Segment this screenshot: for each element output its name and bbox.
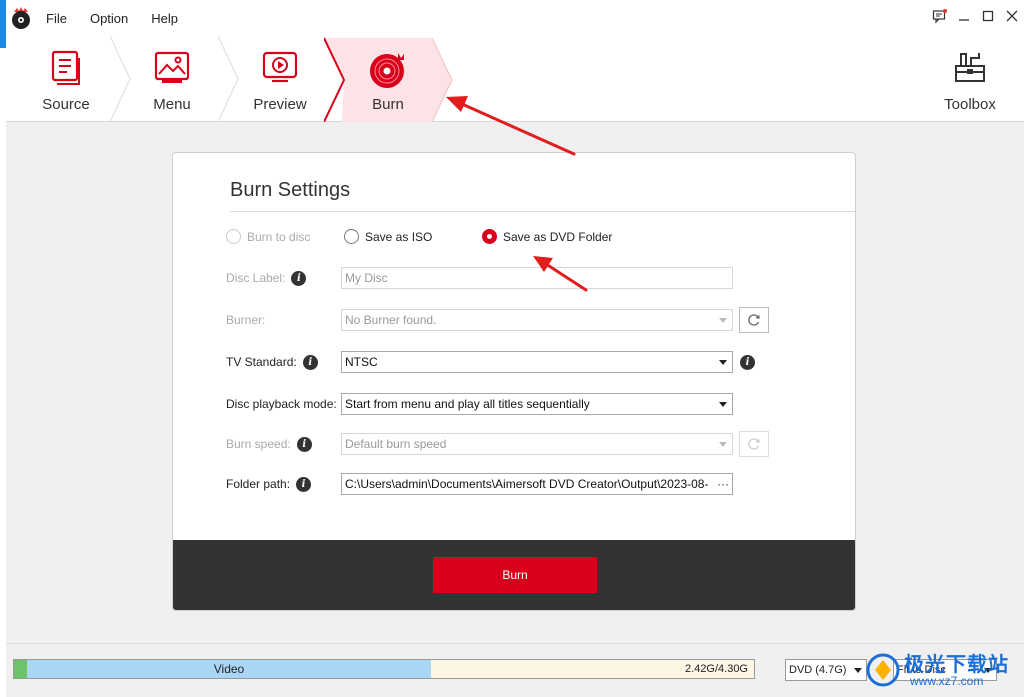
radio-button[interactable] <box>482 229 497 244</box>
radio-burn-to-disc[interactable]: Burn to disc <box>226 229 310 244</box>
tab-source-label: Source <box>42 96 90 113</box>
toolbox-button[interactable]: Toolbox <box>930 36 1010 122</box>
menu-file[interactable]: File <box>46 11 67 26</box>
chevron-down-icon <box>719 442 727 447</box>
burner-select[interactable]: No Burner found. <box>341 309 733 331</box>
refresh-burner-button[interactable] <box>739 307 769 333</box>
toolbox-icon <box>955 53 985 82</box>
menu-usage-segment <box>14 660 27 678</box>
app-window: File Option Help Source Menu Preview Bur… <box>6 0 1024 697</box>
burn-disc-icon <box>370 53 404 88</box>
menu-template-icon <box>154 51 190 83</box>
close-button[interactable] <box>1000 4 1024 28</box>
playback-mode-row: Disc playback mode: <box>226 392 337 416</box>
playback-mode-label: Disc playback mode: <box>226 397 337 411</box>
refresh-icon <box>748 438 760 450</box>
burn-speed-select[interactable]: Default burn speed <box>341 433 733 455</box>
disc-type-value: DVD (4.7G) <box>789 664 847 676</box>
tab-preview[interactable]: Preview <box>240 36 320 122</box>
burner-label: Burner: <box>226 313 266 327</box>
burn-speed-row: Burn speed: i <box>226 432 312 456</box>
disc-label-row: Disc Label: i <box>226 266 307 290</box>
feedback-icon[interactable] <box>928 4 952 28</box>
playback-mode-value: Start from menu and play all titles sequ… <box>345 397 590 411</box>
disc-label-label: Disc Label: <box>226 271 286 285</box>
tab-source[interactable]: Source <box>26 36 106 122</box>
watermark-text: 极光下载站 <box>904 654 1009 676</box>
tv-standard-row: TV Standard: i <box>226 350 318 374</box>
app-logo-icon <box>12 7 30 29</box>
burn-settings-title: Burn Settings <box>230 179 351 201</box>
panel-footer: Burn <box>173 540 855 610</box>
watermark: 极光下载站 www.xz7.com <box>866 646 1024 694</box>
burn-button[interactable]: Burn <box>433 557 597 593</box>
radio-save-as-dvd-folder[interactable]: Save as DVD Folder <box>482 229 612 244</box>
tv-standard-value: NTSC <box>345 355 378 369</box>
tv-standard-select[interactable]: NTSC <box>341 351 733 373</box>
info-icon[interactable]: i <box>296 436 312 452</box>
chevron-down-icon <box>854 668 862 673</box>
step-navigation: Source Menu Preview Burn Toolbox <box>6 36 1024 122</box>
disc-label-input[interactable]: My Disc <box>341 267 733 289</box>
disc-capacity-bar: Video 2.42G/4.30G <box>13 659 755 679</box>
tab-menu[interactable]: Menu <box>132 36 212 122</box>
tab-burn-label: Burn <box>372 96 404 113</box>
refresh-speed-button[interactable] <box>739 431 769 457</box>
watermark-logo-icon <box>866 653 900 687</box>
tab-burn[interactable]: Burn <box>348 36 428 122</box>
burn-speed-value: Default burn speed <box>345 437 447 451</box>
playback-mode-select[interactable]: Start from menu and play all titles sequ… <box>341 393 733 415</box>
folder-path-value: C:\Users\admin\Documents\Aimersoft DVD C… <box>345 477 709 491</box>
info-icon[interactable]: i <box>302 354 318 370</box>
radio-label: Burn to disc <box>247 229 311 244</box>
info-icon[interactable]: i <box>291 270 307 286</box>
tv-standard-label: TV Standard: <box>226 355 297 369</box>
folder-path-row: Folder path: i <box>226 472 312 496</box>
browse-button[interactable]: ··· <box>713 474 729 494</box>
window-controls <box>928 4 1024 28</box>
radio-label: Save as DVD Folder <box>503 229 613 244</box>
watermark-url: www.xz7.com <box>910 674 984 688</box>
folder-path-input[interactable]: C:\Users\admin\Documents\Aimersoft DVD C… <box>341 473 733 495</box>
chevron-down-icon <box>719 360 727 365</box>
capacity-size-text: 2.42G/4.30G <box>685 663 748 675</box>
chevron-down-icon <box>719 318 727 323</box>
tv-standard-help-icon[interactable]: i <box>740 355 755 370</box>
burn-speed-label: Burn speed: <box>226 437 291 451</box>
radio-button[interactable] <box>226 229 241 244</box>
preview-icon <box>262 51 298 83</box>
tab-menu-label: Menu <box>153 96 191 113</box>
source-icon <box>51 50 80 85</box>
folder-path-label: Folder path: <box>226 477 291 491</box>
disc-type-select[interactable]: DVD (4.7G) <box>785 659 867 681</box>
burner-value: No Burner found. <box>345 313 437 327</box>
radio-save-as-iso[interactable]: Save as ISO <box>344 229 432 244</box>
menu-help[interactable]: Help <box>151 11 178 26</box>
title-bar: File Option Help <box>6 0 1024 36</box>
toolbox-label: Toolbox <box>944 96 996 113</box>
burner-row: Burner: <box>226 308 265 332</box>
chevron-down-icon <box>719 402 727 407</box>
radio-button[interactable] <box>344 229 359 244</box>
tab-preview-label: Preview <box>253 96 307 113</box>
menu-option[interactable]: Option <box>90 11 128 26</box>
info-icon[interactable]: i <box>296 476 312 492</box>
refresh-icon <box>748 314 760 326</box>
burn-settings-panel: Burn Settings Burn to disc Save as ISO S… <box>172 152 856 611</box>
radio-label: Save as ISO <box>365 229 433 244</box>
menu-bar: File Option Help <box>46 11 201 26</box>
minimize-button[interactable] <box>952 4 976 28</box>
maximize-button[interactable] <box>976 4 1000 28</box>
divider <box>230 211 855 212</box>
video-usage-label: Video <box>213 662 245 676</box>
